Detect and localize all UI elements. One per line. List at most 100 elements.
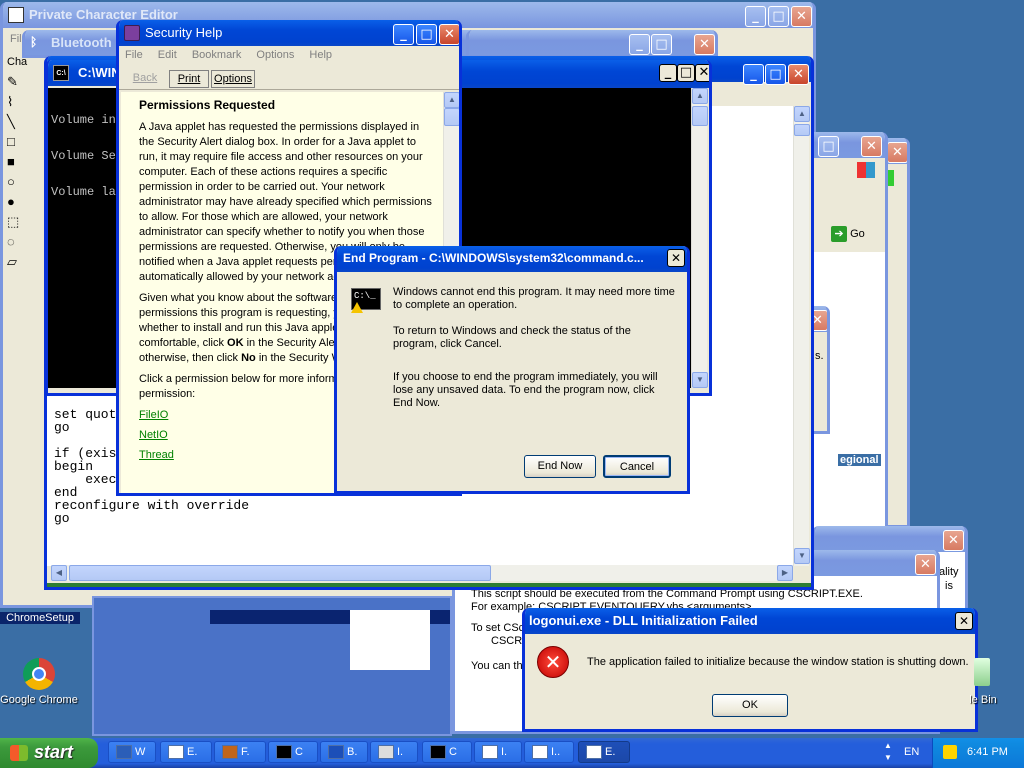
editor-maximize-button[interactable]: □: [765, 64, 786, 85]
explorer-pane-close-button[interactable]: ✕: [695, 64, 709, 82]
taskbar-button-4[interactable]: C: [268, 741, 318, 763]
cmd-titlebar[interactable]: C:\ C:\WINDO: [48, 60, 122, 86]
taskbar-label-2: E.: [187, 746, 198, 758]
cmd-line-1: Volume in: [51, 113, 116, 127]
help-scroll-up-button[interactable]: ▲: [444, 92, 459, 108]
explorer-pane-scroll-thumb[interactable]: [692, 106, 708, 126]
pencil-tool-icon[interactable]: ✎: [7, 74, 27, 94]
filled-rectangle-tool-icon[interactable]: ■: [7, 154, 27, 174]
editor-scroll-down-button[interactable]: ▼: [794, 548, 810, 564]
security-help-toolbar: Back Print Options: [119, 68, 459, 90]
taskbar-scroll-arrows[interactable]: ▲ ▼: [882, 740, 894, 766]
ellipse-tool-icon[interactable]: ○: [7, 174, 27, 194]
eraser-tool-icon[interactable]: ▱: [7, 254, 27, 274]
help-scroll-thumb[interactable]: [444, 108, 459, 126]
end-program-close-button[interactable]: ✕: [667, 249, 685, 267]
menu-edit[interactable]: Edit: [158, 49, 177, 61]
chrome-setup-label[interactable]: ChromeSetup: [0, 612, 80, 624]
logonui-titlebar[interactable]: logonui.exe - DLL Initialization Failed: [525, 608, 975, 634]
tool-app-icon: [378, 745, 394, 759]
editor-status-bar: [47, 583, 811, 587]
help-book-icon: [124, 25, 140, 41]
word-app-icon: [116, 745, 132, 759]
ie-close-button[interactable]: ✕: [861, 136, 882, 157]
rectangle-tool-icon[interactable]: □: [7, 134, 27, 154]
explorer-pane-scroll-down[interactable]: ▼: [692, 372, 708, 388]
start-button[interactable]: start: [0, 738, 98, 768]
print-button[interactable]: Print: [169, 70, 209, 88]
security-help-close-button[interactable]: ✕: [439, 24, 459, 45]
editor-vertical-scrollbar[interactable]: ▲ ▼: [793, 106, 810, 566]
taskbar-button-9[interactable]: I..: [524, 741, 574, 763]
explorer-pane-scrollbar[interactable]: ▲ ▼: [691, 88, 708, 388]
recycle-bin-label[interactable]: le Bin: [960, 694, 1006, 706]
taskbar-button-5[interactable]: B.: [320, 741, 368, 763]
logonui-close-button[interactable]: ✕: [955, 612, 973, 630]
editor-scroll-right-button[interactable]: ▶: [777, 565, 793, 581]
ok-button[interactable]: OK: [712, 694, 788, 717]
brush-tool-icon[interactable]: ⌇: [7, 94, 27, 114]
taskbar-button-3[interactable]: F.: [214, 741, 266, 763]
end-now-button[interactable]: End Now: [524, 455, 596, 478]
script-help-close-button[interactable]: ✕: [915, 554, 936, 575]
chrome-icon[interactable]: [23, 658, 55, 690]
menu-file[interactable]: File: [125, 49, 143, 61]
go-label: Go: [850, 228, 865, 240]
menu-bookmark[interactable]: Bookmark: [192, 49, 242, 61]
menu-options[interactable]: Options: [256, 49, 294, 61]
explorer-pane-maximize-button[interactable]: □: [677, 64, 695, 82]
taskbar-button-8[interactable]: I.: [474, 741, 522, 763]
error-icon: ✕: [537, 646, 569, 678]
editor-minimize-button[interactable]: _: [743, 64, 764, 85]
google-chrome-label[interactable]: Google Chrome: [0, 694, 78, 706]
char-editor-maximize-button[interactable]: □: [768, 6, 789, 27]
ie-go-button[interactable]: ➔ Go: [831, 226, 879, 246]
lower-right-text-1: ality: [939, 566, 959, 578]
recycle-bin-icon[interactable]: [974, 658, 990, 686]
select-tool-icon[interactable]: ⬚: [7, 214, 27, 234]
taskbar-button-10[interactable]: E.: [578, 741, 630, 763]
lower-right-close-button[interactable]: ✕: [943, 530, 964, 551]
explorer-pane-minimize-button[interactable]: _: [659, 64, 677, 82]
options-button[interactable]: Options: [211, 70, 255, 88]
menu-help[interactable]: Help: [309, 49, 332, 61]
cmd-console[interactable]: Volume in Volume Se Volume la: [48, 88, 122, 388]
filled-ellipse-tool-icon[interactable]: ●: [7, 194, 27, 214]
editor-close-button[interactable]: ✕: [788, 64, 809, 85]
editor-scroll-up-button[interactable]: ▲: [794, 106, 810, 122]
explorer-pane-scroll-up[interactable]: ▲: [692, 88, 708, 104]
char-editor-minimize-button[interactable]: _: [745, 6, 766, 27]
end-program-titlebar[interactable]: End Program - C:\WINDOWS\system32\comman…: [337, 246, 687, 272]
network-icon[interactable]: [943, 745, 957, 759]
editor-scroll-thumb[interactable]: [794, 124, 810, 136]
language-indicator[interactable]: EN: [904, 746, 919, 758]
cmd-icon: C:\: [53, 65, 69, 81]
help-para-2-ok: OK: [227, 337, 244, 349]
taskbar-button-1[interactable]: W: [108, 741, 156, 763]
char-editor-icon: [8, 7, 24, 23]
explorer-titlebar[interactable]: [469, 30, 715, 55]
explorer-minimize-button[interactable]: _: [629, 34, 650, 55]
security-help-minimize-button[interactable]: _: [393, 24, 414, 45]
windows-flag-icon: [10, 745, 28, 761]
line-tool-icon[interactable]: ╲: [7, 114, 27, 134]
taskbar-button-2[interactable]: E.: [160, 741, 212, 763]
ie-maximize-button[interactable]: □: [818, 136, 839, 157]
lasso-tool-icon[interactable]: ◌: [7, 234, 27, 254]
taskbar-button-7[interactable]: C: [422, 741, 472, 763]
back-button[interactable]: Back: [123, 70, 167, 88]
cancel-button[interactable]: Cancel: [603, 455, 671, 478]
editor-horizontal-scrollbar[interactable]: ◀ ▶: [51, 565, 793, 581]
char-editor-close-button[interactable]: ✕: [791, 6, 812, 27]
ie-back-close-button[interactable]: ✕: [887, 142, 907, 163]
taskbar-button-6[interactable]: I.: [370, 741, 418, 763]
security-help-maximize-button[interactable]: □: [416, 24, 437, 45]
editor-scroll-left-button[interactable]: ◀: [51, 565, 67, 581]
end-program-message-2: To return to Windows and check the statu…: [393, 325, 631, 350]
ie-regional-link[interactable]: egional: [838, 454, 881, 466]
char-editor-menu-file[interactable]: Fil: [10, 33, 22, 45]
explorer-maximize-button[interactable]: □: [651, 34, 672, 55]
editor-hscroll-thumb[interactable]: [69, 565, 491, 581]
explorer-close-button[interactable]: ✕: [694, 34, 715, 55]
bluetooth-title: Bluetooth F: [51, 35, 124, 50]
